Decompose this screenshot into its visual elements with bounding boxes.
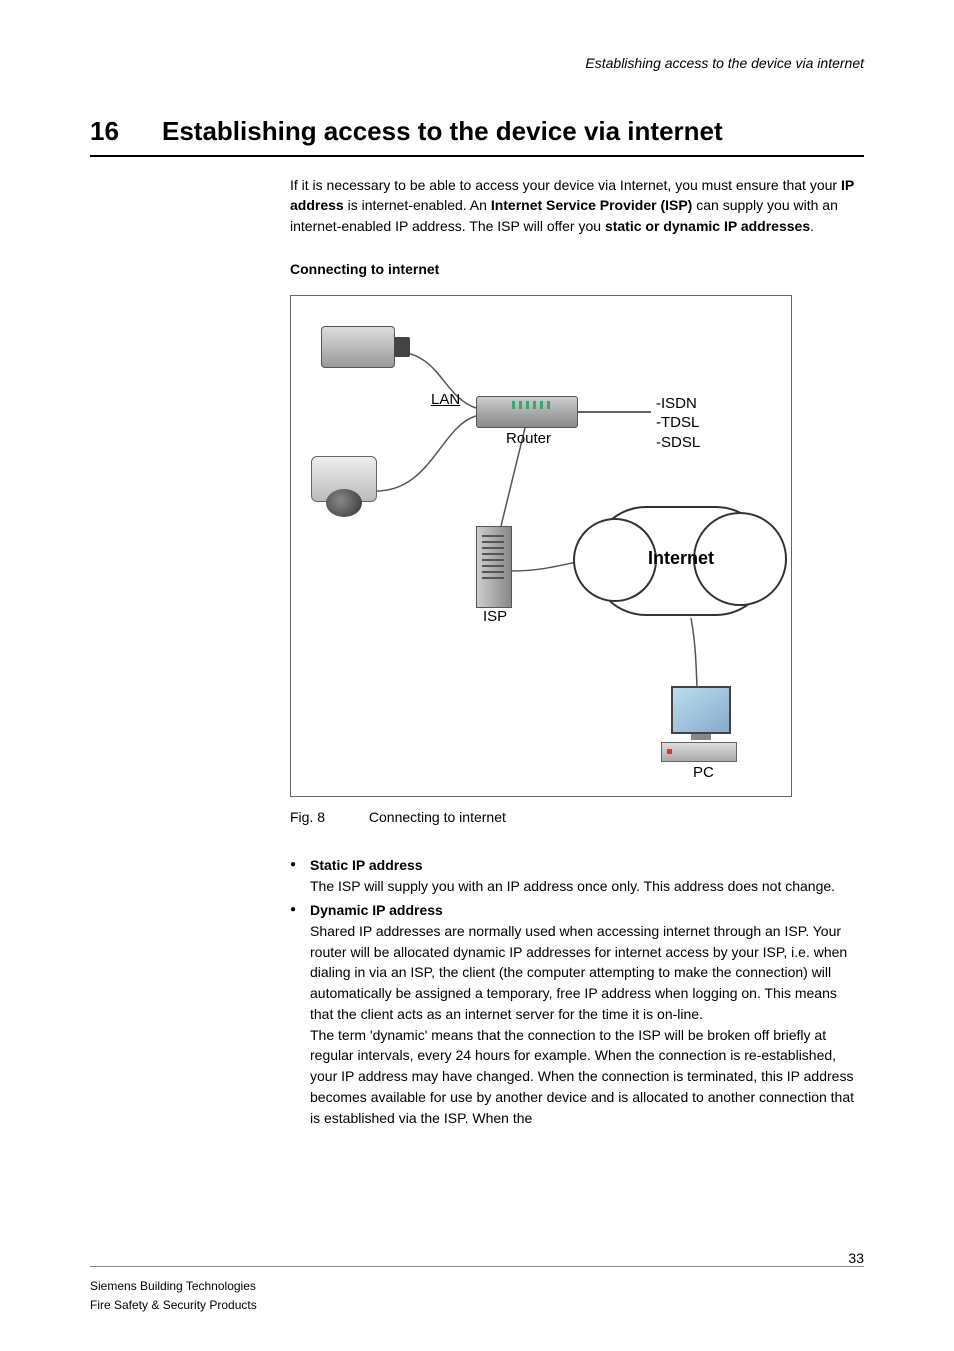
subheading-connecting: Connecting to internet bbox=[290, 261, 864, 277]
figure-box-camera-icon bbox=[321, 326, 395, 368]
page-footer: Siemens Building Technologies Fire Safet… bbox=[90, 1266, 864, 1315]
intro-paragraph: If it is necessary to be able to access … bbox=[290, 175, 864, 236]
ip-address-types-list: Static IP addressThe ISP will supply you… bbox=[290, 855, 864, 1128]
figure-isp-server-icon bbox=[476, 526, 512, 608]
running-header: Establishing access to the device via in… bbox=[90, 55, 864, 71]
figure-pc-icon bbox=[661, 686, 741, 761]
figure-label-pc: PC bbox=[693, 764, 714, 781]
figure-caption-text: Connecting to internet bbox=[369, 809, 506, 825]
figure-router-icon bbox=[476, 396, 578, 428]
chapter-title-text: Establishing access to the device via in… bbox=[162, 116, 723, 147]
list-item-paragraph: Shared IP addresses are normally used wh… bbox=[310, 921, 864, 1025]
figure-dome-camera-icon bbox=[311, 456, 377, 502]
chapter-heading: 16 Establishing access to the device via… bbox=[90, 116, 864, 157]
figure-caption-number: Fig. 8 bbox=[290, 809, 365, 825]
figure-label-isp: ISP bbox=[483, 608, 507, 625]
footer-company: Siemens Building Technologies bbox=[90, 1277, 864, 1296]
list-item-title: Static IP address bbox=[310, 855, 864, 876]
figure-label-router: Router bbox=[506, 430, 551, 447]
figure-label-lan: LAN bbox=[431, 391, 460, 408]
figure-cloud-icon: Internet bbox=[591, 506, 771, 616]
page-number: 33 bbox=[848, 1250, 864, 1266]
figure-network-diagram: Internet LAN Router ISP PC -ISDN -TDSL -… bbox=[290, 295, 792, 797]
footer-division: Fire Safety & Security Products bbox=[90, 1296, 864, 1315]
figure-label-connection-types: -ISDN -TDSL -SDSL bbox=[656, 394, 700, 453]
figure-label-internet: Internet bbox=[591, 548, 771, 569]
list-item-paragraph: The ISP will supply you with an IP addre… bbox=[310, 876, 864, 897]
list-item: Dynamic IP addressShared IP addresses ar… bbox=[290, 900, 864, 1128]
content-column: If it is necessary to be able to access … bbox=[290, 175, 864, 1128]
figure-caption: Fig. 8 Connecting to internet bbox=[290, 809, 864, 825]
chapter-number: 16 bbox=[90, 116, 162, 147]
page: Establishing access to the device via in… bbox=[0, 0, 954, 1351]
list-item-title: Dynamic IP address bbox=[310, 900, 864, 921]
list-item: Static IP addressThe ISP will supply you… bbox=[290, 855, 864, 896]
list-item-paragraph: The term 'dynamic' means that the connec… bbox=[310, 1025, 864, 1129]
